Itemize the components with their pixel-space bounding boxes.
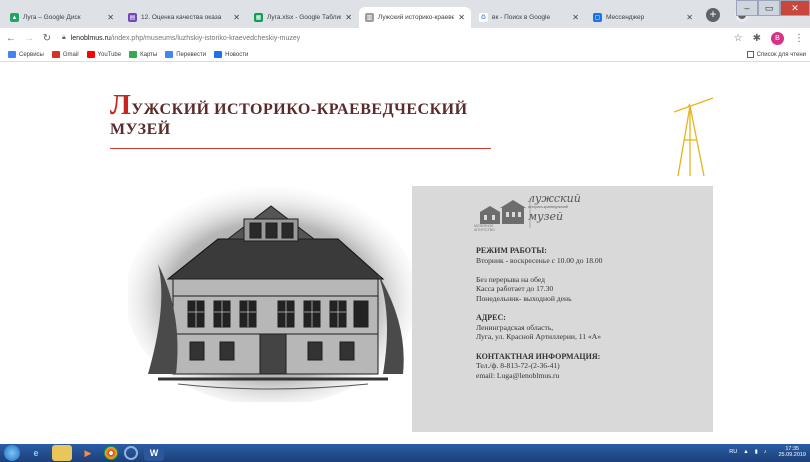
reload-icon[interactable]: ↻ bbox=[40, 33, 54, 44]
title-divider bbox=[110, 148, 491, 149]
lock-icon[interactable]: 🔒︎ bbox=[62, 34, 66, 42]
drive-icon: ▲ bbox=[10, 13, 19, 22]
ie-icon[interactable]: e bbox=[26, 445, 46, 461]
reading-list-icon bbox=[746, 51, 754, 58]
note-text: Касса работает до 17.30 bbox=[476, 284, 554, 294]
note-text: Без перерыва на обед bbox=[476, 274, 546, 284]
browser-tab-active[interactable]: ▥ Лужский историко-краевед ✕ bbox=[359, 7, 471, 28]
tray-arrow-icon[interactable]: ▲ bbox=[743, 449, 748, 455]
forward-icon[interactable]: → bbox=[22, 33, 36, 44]
translate-icon bbox=[165, 51, 174, 58]
contact-heading: КОНТАКТНАЯ ИНФОРМАЦИЯ: bbox=[476, 351, 601, 361]
maximize-button[interactable]: ▭ bbox=[758, 0, 780, 16]
bookmark-youtube[interactable]: YouTube bbox=[86, 51, 121, 58]
folder-icon[interactable] bbox=[52, 445, 72, 461]
browser-tab[interactable]: G вк - Поиск в Google ✕ bbox=[473, 7, 585, 28]
close-tab-icon[interactable]: ✕ bbox=[345, 13, 352, 22]
youtube-icon bbox=[86, 51, 95, 58]
bookmark-services[interactable]: Сервисы bbox=[8, 51, 44, 58]
address-heading: АДРЕС: bbox=[476, 313, 506, 323]
minimize-button[interactable]: – bbox=[736, 0, 758, 16]
messenger-taskbar-icon[interactable] bbox=[124, 446, 138, 460]
url-field[interactable]: 🔒︎ lenoblmus.ru /index.php/museums/luzhs… bbox=[62, 30, 724, 46]
browser-tab[interactable]: ▤ 12. Оценка качества оказа ✕ bbox=[122, 7, 246, 28]
info-panel: лужский историко-краеведческий музей МУЗ… bbox=[412, 186, 713, 432]
bookmarks-bar: Сервисы Gmail YouTube Карты Перевести Но… bbox=[0, 48, 810, 62]
telescope-icon bbox=[673, 97, 714, 177]
logo-text-line2: музей bbox=[528, 210, 564, 223]
logo-badge: МУЗЕЙНОЕ АГЕНТСТВО bbox=[474, 224, 495, 232]
address-bar-row: ← → ↻ 🔒︎ lenoblmus.ru /index.php/museums… bbox=[0, 28, 810, 48]
apps-grid-icon bbox=[8, 51, 16, 58]
page-title: Лужский историко-краеведческий музей bbox=[110, 90, 468, 139]
browser-tab[interactable]: ▦ Луга.xlsx - Google Таблицы ✕ bbox=[248, 7, 358, 28]
language-indicator[interactable]: RU bbox=[729, 449, 737, 455]
museum-building-drawing bbox=[128, 186, 414, 402]
extensions-icon[interactable]: ✱ bbox=[753, 33, 761, 44]
maps-icon bbox=[129, 51, 138, 58]
google-icon: G bbox=[479, 13, 488, 22]
bookmark-news[interactable]: Новости bbox=[214, 51, 248, 58]
bookmark-maps[interactable]: Карты bbox=[129, 51, 157, 58]
system-tray: RU ▲ ▮ ♪ 17:35 25.09.2019 bbox=[723, 446, 806, 458]
email-text[interactable]: email: Luga@lenoblmus.ru bbox=[476, 371, 706, 381]
sheets-icon: ▦ bbox=[254, 13, 263, 22]
star-icon[interactable]: ☆ bbox=[734, 33, 743, 44]
reading-list-button[interactable]: Список для чтени bbox=[746, 51, 806, 58]
tab-strip: ▲ Луга – Google Диск ✕ ▤ 12. Оценка каче… bbox=[0, 0, 810, 28]
chrome-icon[interactable] bbox=[104, 446, 118, 460]
museum-favicon-icon: ▥ bbox=[365, 13, 374, 22]
clock[interactable]: 17:35 25.09.2019 bbox=[772, 446, 806, 458]
word-icon[interactable]: W bbox=[144, 445, 164, 461]
logo-text-line1: лужский bbox=[528, 192, 581, 205]
browser-tab[interactable]: ▢ Мессенджер ✕ bbox=[587, 7, 699, 28]
close-window-button[interactable]: ✕ bbox=[780, 0, 810, 16]
bookmark-gmail[interactable]: Gmail bbox=[51, 51, 79, 58]
media-player-icon[interactable]: ▶ bbox=[78, 445, 98, 461]
bookmark-translate[interactable]: Перевести bbox=[165, 51, 206, 58]
new-tab-button[interactable]: + bbox=[706, 8, 720, 22]
close-tab-icon[interactable]: ✕ bbox=[686, 13, 693, 22]
close-tab-icon[interactable]: ✕ bbox=[458, 13, 465, 22]
close-tab-icon[interactable]: ✕ bbox=[233, 13, 240, 22]
hours-heading: РЕЖИМ РАБОТЫ: bbox=[476, 246, 547, 255]
window-controls: – ▭ ✕ bbox=[736, 0, 810, 18]
avatar[interactable]: B bbox=[771, 31, 784, 45]
logo-subtitle: историко-краеведческий bbox=[528, 205, 568, 209]
back-icon[interactable]: ← bbox=[4, 33, 18, 44]
network-icon[interactable]: ▮ bbox=[755, 449, 758, 455]
browser-tab[interactable]: ▲ Луга – Google Диск ✕ bbox=[4, 7, 120, 28]
close-tab-icon[interactable]: ✕ bbox=[107, 13, 114, 22]
forms-icon: ▤ bbox=[128, 13, 137, 22]
close-tab-icon[interactable]: ✕ bbox=[572, 13, 579, 22]
note-text: Понедельник- выходной день bbox=[476, 293, 572, 303]
address-text: Луга, ул. Красной Артиллерии, 11 «А» bbox=[476, 332, 602, 342]
contact-info: РЕЖИМ РАБОТЫ: Вторник - воскресенье с 10… bbox=[476, 246, 706, 380]
volume-icon[interactable]: ♪ bbox=[764, 449, 767, 455]
messenger-icon: ▢ bbox=[593, 13, 602, 22]
menu-kebab-icon[interactable]: ⋮ bbox=[794, 33, 804, 44]
gmail-icon bbox=[51, 51, 60, 58]
hours-text: Вторник - воскресенье с 10.00 до 18.00 bbox=[476, 255, 603, 265]
page-content: Лужский историко-краеведческий музей bbox=[0, 62, 810, 444]
windows-taskbar: e ▶ W RU ▲ ▮ ♪ 17:35 25.09.2019 bbox=[0, 444, 810, 462]
phone-text: Тел./ф. 8-813-72-(2-36-41) bbox=[476, 361, 560, 371]
news-icon bbox=[214, 51, 223, 58]
address-text: Ленинградская область, bbox=[476, 322, 554, 332]
start-button[interactable] bbox=[4, 445, 20, 461]
